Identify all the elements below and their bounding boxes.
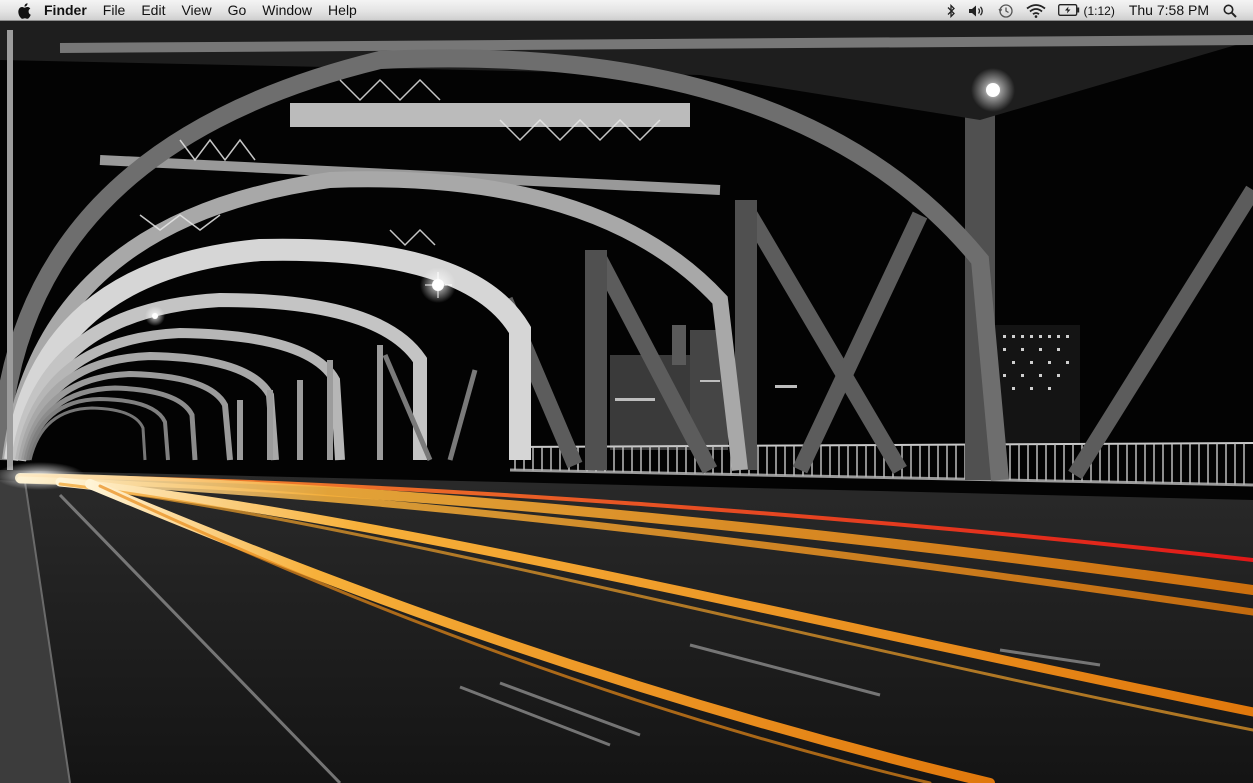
menu-bar-status: (1:12) Thu 7:58 PM — [940, 0, 1243, 21]
menu-file[interactable]: File — [95, 0, 134, 21]
menu-app-finder[interactable]: Finder — [32, 0, 95, 21]
menu-view[interactable]: View — [173, 0, 219, 21]
desktop: Finder File Edit View Go Window Help (1:… — [0, 0, 1253, 783]
menu-window[interactable]: Window — [254, 0, 320, 21]
desktop-wallpaper — [0, 0, 1253, 783]
battery-indicator[interactable]: (1:12) — [1052, 0, 1120, 21]
battery-time: (1:12) — [1083, 3, 1115, 18]
menu-bar-left: Finder File Edit View Go Window Help — [10, 0, 365, 21]
apple-icon[interactable] — [16, 2, 32, 20]
spotlight-search-icon[interactable] — [1217, 0, 1243, 21]
time-machine-icon[interactable] — [992, 0, 1020, 21]
menu-go[interactable]: Go — [220, 0, 255, 21]
bluetooth-icon[interactable] — [940, 0, 962, 21]
volume-icon[interactable] — [962, 0, 992, 21]
wifi-icon[interactable] — [1020, 0, 1052, 21]
menu-help[interactable]: Help — [320, 0, 365, 21]
menu-bar: Finder File Edit View Go Window Help (1:… — [0, 0, 1253, 21]
battery-charging-icon — [1058, 3, 1080, 19]
menu-edit[interactable]: Edit — [133, 0, 173, 21]
menu-clock[interactable]: Thu 7:58 PM — [1121, 0, 1217, 21]
